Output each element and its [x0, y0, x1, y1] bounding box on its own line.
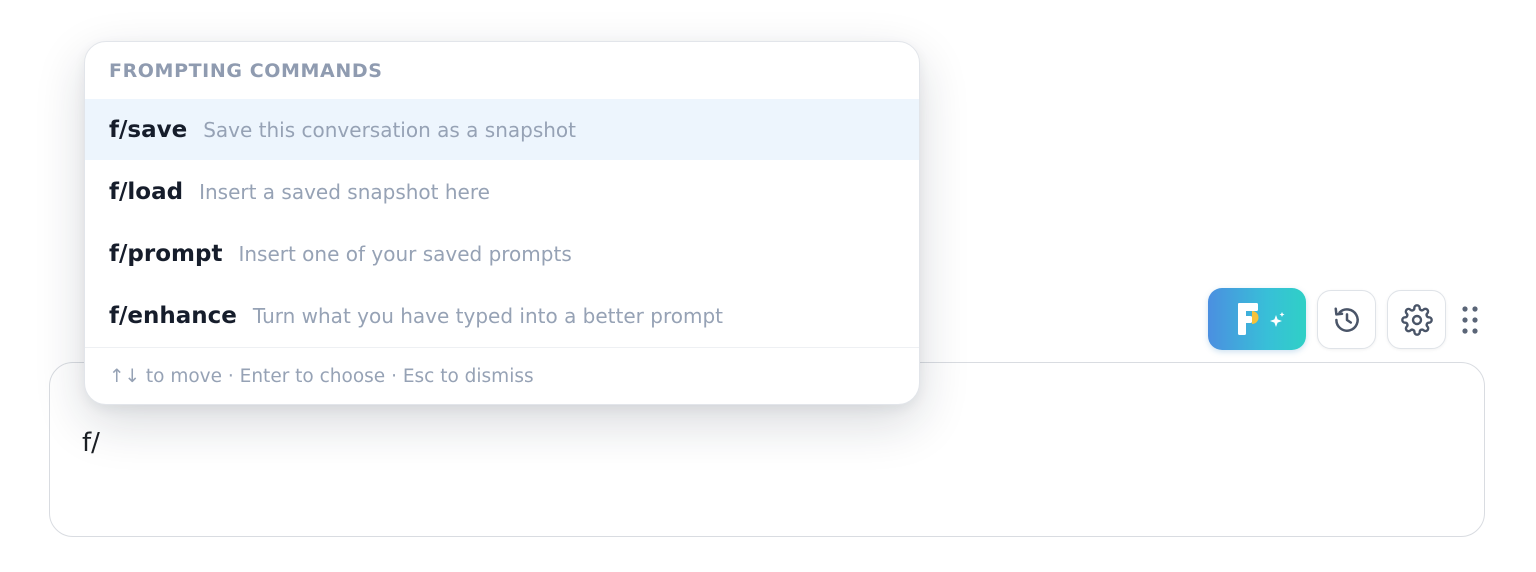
gear-icon — [1400, 303, 1433, 336]
history-button[interactable] — [1317, 290, 1376, 349]
command-item-enhance[interactable]: f/enhance Turn what you have typed into … — [85, 285, 919, 346]
command-description: Turn what you have typed into a better p… — [252, 303, 723, 328]
chat-input-text[interactable]: f/ — [82, 427, 102, 459]
command-name: f/enhance — [109, 302, 237, 329]
keyboard-hint: ↑↓ to move · Enter to choose · Esc to di… — [85, 347, 919, 404]
command-item-load[interactable]: f/load Insert a saved snapshot here — [85, 161, 919, 222]
command-description: Insert a saved snapshot here — [199, 179, 490, 204]
command-description: Insert one of your saved prompts — [238, 241, 572, 266]
frompt-logo-sparkle-icon — [1238, 303, 1285, 335]
command-item-save[interactable]: f/save Save this conversation as a snaps… — [85, 99, 919, 160]
settings-button[interactable] — [1387, 290, 1446, 349]
command-name: f/prompt — [109, 240, 223, 267]
frompt-enhance-button[interactable] — [1208, 288, 1306, 350]
drag-handle[interactable] — [1460, 304, 1480, 336]
commands-popup: FROMPTING COMMANDS f/save Save this conv… — [84, 41, 920, 405]
command-name: f/load — [109, 178, 184, 205]
popup-title: FROMPTING COMMANDS — [109, 60, 383, 82]
command-item-prompt[interactable]: f/prompt Insert one of your saved prompt… — [85, 223, 919, 284]
drag-handle-icon — [1462, 306, 1478, 334]
history-icon — [1334, 307, 1359, 332]
command-description: Save this conversation as a snapshot — [203, 117, 577, 142]
command-name: f/save — [109, 116, 188, 143]
